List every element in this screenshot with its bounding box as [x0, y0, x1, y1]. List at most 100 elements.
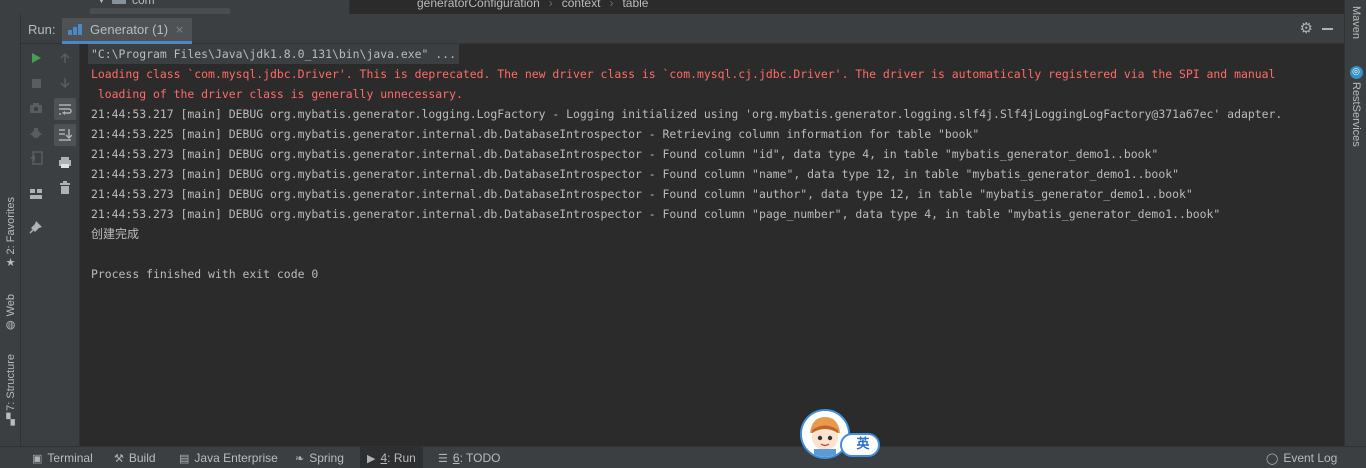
maven-tab[interactable]: Maven: [1345, 6, 1366, 39]
console-line-error: Loading class `com.mysql.jdbc.Driver'. T…: [91, 67, 1276, 81]
breadcrumb-item[interactable]: generatorConfiguration: [417, 0, 540, 10]
folder-icon: [112, 0, 126, 4]
build-tab-label: Build: [128, 451, 156, 465]
tab-generator[interactable]: Generator (1) ×: [62, 18, 193, 44]
right-tool-strip: Maven ◎ RestServices: [1344, 0, 1366, 446]
build-tab[interactable]: ⚒ Build: [114, 447, 156, 468]
console-line: 21:44:53.273 [main] DEBUG org.mybatis.ge…: [91, 147, 1159, 161]
tree-item-label[interactable]: com: [132, 0, 155, 7]
gear-icon[interactable]: ⚙: [1300, 21, 1313, 36]
favorites-tab[interactable]: 2: Favorites ★: [0, 197, 21, 269]
scroll-down-icon: [60, 78, 70, 89]
run-window-label: Run:: [28, 22, 56, 37]
favorites-tab-label: 2: Favorites: [4, 197, 17, 255]
close-icon[interactable]: ×: [175, 23, 184, 36]
console-line: 21:44:53.273 [main] DEBUG org.mybatis.ge…: [91, 167, 1179, 181]
maven-tab-label: Maven: [1350, 6, 1362, 40]
exit-button[interactable]: [25, 147, 47, 169]
rerun-button[interactable]: [25, 47, 47, 69]
run-config-icon: [68, 24, 84, 35]
print-button[interactable]: [54, 151, 76, 173]
pin-tab-button[interactable]: [25, 216, 47, 238]
project-tree-fragment: ▼ com: [0, 0, 350, 14]
star-icon: ★: [5, 256, 16, 270]
screenshot-icon: [30, 103, 42, 113]
layout-icon: [30, 189, 42, 199]
spring-leaf-icon: ❧: [295, 452, 305, 465]
editor-breadcrumb-strip: ▼ com generatorConfiguration › context › tab…: [0, 0, 1344, 14]
console-line: 创建完成: [91, 227, 140, 241]
java-enterprise-icon: ▤: [179, 452, 190, 465]
console-line: 21:44:53.217 [main] DEBUG org.mybatis.ge…: [91, 107, 1283, 121]
run-tab[interactable]: ▶ 4: Run: [360, 447, 423, 468]
dump-threads-button[interactable]: [25, 97, 47, 119]
console-line-exit-status: Process finished with exit code 0: [91, 267, 319, 281]
run-tab-shortcut: 4: [380, 451, 388, 465]
terminal-tab[interactable]: ▣ Terminal: [32, 447, 93, 468]
soft-wrap-icon: [59, 103, 72, 115]
run-window-header: Run: Generator (1) × ⚙: [21, 14, 1344, 44]
previous-occurrence-button[interactable]: [54, 47, 76, 69]
console-line: 21:44:53.273 [main] DEBUG org.mybatis.ge…: [91, 207, 1221, 221]
breadcrumb-separator-icon: ›: [609, 0, 614, 10]
console-output[interactable]: "C:\Program Files\Java\jdk1.8.0_131\bin\…: [80, 44, 1344, 446]
ime-floating-widget[interactable]: 英: [800, 409, 882, 459]
structure-icon: ▚: [6, 412, 15, 426]
rest-services-tab-label: RestServices: [1350, 82, 1362, 147]
console-line-error: loading of the driver class is generally…: [91, 87, 463, 101]
spring-tab-label: Spring: [309, 451, 344, 465]
pin-icon: [29, 221, 42, 234]
structure-tab-label: 7: Structure: [4, 354, 17, 411]
stop-icon: [31, 78, 41, 88]
rest-services-tab[interactable]: ◎ RestServices: [1345, 66, 1366, 147]
terminal-tab-label: Terminal: [47, 451, 93, 465]
event-log-tab[interactable]: ◯ Event Log: [1266, 447, 1337, 468]
scroll-to-end-icon: [59, 129, 72, 141]
java-enterprise-tab-label: Java Enterprise: [194, 451, 278, 465]
left-tool-strip: 2: Favorites ★ Web ◍ 7: Structure ▚: [0, 14, 21, 446]
run-icon: [32, 53, 41, 63]
todo-tab[interactable]: ☰ 6: TODO: [438, 447, 500, 468]
hammer-icon: ⚒: [114, 452, 124, 465]
breadcrumb-item[interactable]: context: [562, 0, 601, 10]
scroll-up-icon: [60, 52, 70, 63]
spring-tab[interactable]: ❧ Spring: [295, 447, 344, 468]
next-occurrence-button[interactable]: [54, 72, 76, 94]
todo-tab-shortcut: 6: [452, 451, 460, 465]
structure-tab[interactable]: 7: Structure ▚: [0, 354, 21, 426]
clear-icon: [60, 181, 70, 194]
exit-icon: [30, 151, 43, 165]
run-icon: ▶: [367, 452, 376, 465]
rest-services-icon: ◎: [1349, 66, 1363, 79]
stop-button[interactable]: [25, 72, 47, 94]
bottom-tool-bar: ▣ Terminal ⚒ Build ▤ Java Enterprise ❧ S…: [0, 446, 1366, 468]
run-actions-toolbar: [21, 44, 50, 446]
restore-layout-button[interactable]: [25, 183, 47, 205]
debug-settings-button[interactable]: [25, 122, 47, 144]
breadcrumb: generatorConfiguration › context › table: [417, 0, 648, 10]
web-tab-label: Web: [4, 294, 17, 317]
breadcrumb-separator-icon: ›: [548, 0, 553, 10]
clear-all-button[interactable]: [54, 177, 76, 199]
web-tab[interactable]: Web ◍: [0, 294, 21, 331]
ime-mode-indicator[interactable]: 英: [840, 433, 880, 457]
java-enterprise-tab[interactable]: ▤ Java Enterprise: [179, 447, 278, 468]
soft-wrap-button[interactable]: [54, 98, 76, 120]
todo-tab-label: : TODO: [459, 451, 501, 465]
breadcrumb-item[interactable]: table: [622, 0, 648, 10]
tab-title: Generator (1): [90, 22, 169, 37]
console-line-command[interactable]: "C:\Program Files\Java\jdk1.8.0_131\bin\…: [88, 44, 459, 64]
debug-icon: [30, 128, 42, 138]
tree-expand-icon[interactable]: ▼: [98, 0, 105, 5]
minimize-icon[interactable]: [1322, 28, 1333, 30]
globe-icon: ◍: [5, 318, 16, 332]
console-line: 21:44:53.225 [main] DEBUG org.mybatis.ge…: [91, 127, 980, 141]
run-tab-label: : Run: [387, 451, 416, 465]
console-line: 21:44:53.273 [main] DEBUG org.mybatis.ge…: [91, 187, 1193, 201]
console-actions-toolbar: [50, 44, 80, 446]
terminal-icon: ▣: [32, 452, 43, 465]
print-icon: [59, 156, 71, 168]
event-log-icon: ◯: [1266, 452, 1279, 465]
event-log-tab-label: Event Log: [1283, 451, 1338, 465]
scroll-to-end-button[interactable]: [54, 124, 76, 146]
